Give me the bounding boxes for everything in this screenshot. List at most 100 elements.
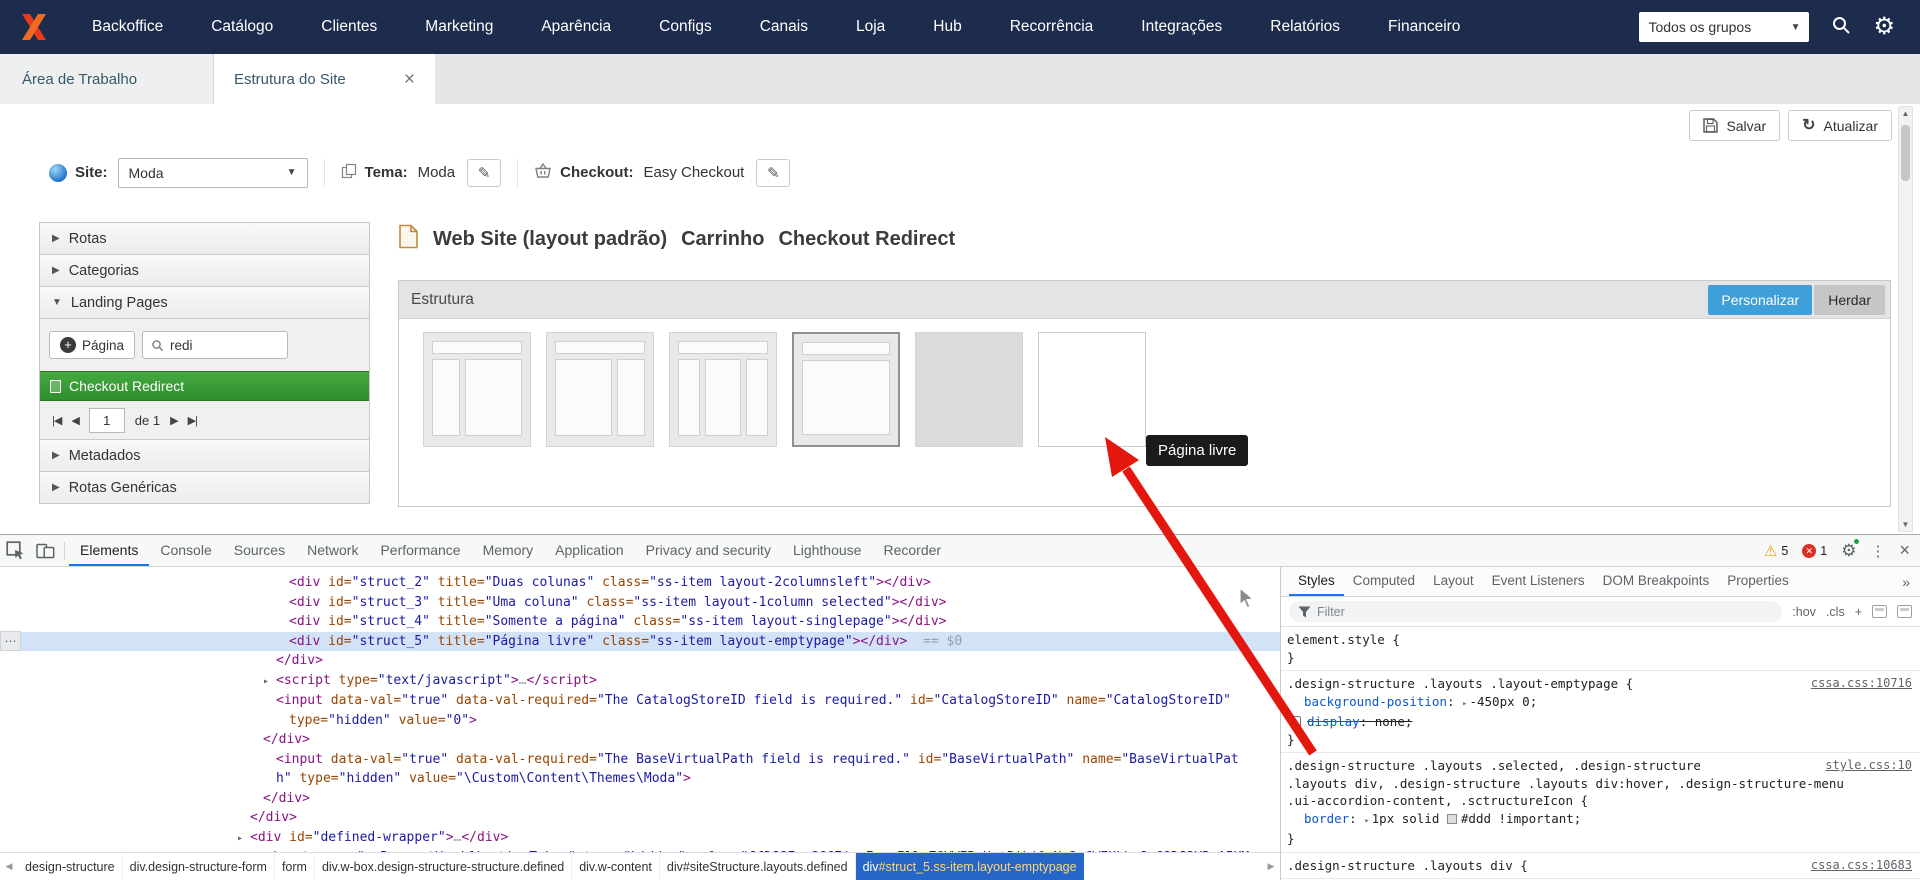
dom-tree-node[interactable]: </div>: [0, 651, 1280, 671]
crumbs-next-icon[interactable]: ▶: [1262, 861, 1280, 872]
devtools-tab-performance[interactable]: Performance: [369, 535, 471, 566]
styles-tab-dom-breakpoints[interactable]: DOM Breakpoints: [1594, 567, 1719, 596]
nav-item-catalogo[interactable]: Catálogo: [211, 18, 273, 36]
dom-tree-node[interactable]: ▸ <div id="defined-wrapper">…</div>: [0, 828, 1280, 849]
dom-tree-node[interactable]: <div id="struct_4" title="Somente a pági…: [0, 612, 1280, 632]
devtools-close-icon[interactable]: ×: [1899, 540, 1910, 561]
inspect-element-icon[interactable]: [0, 535, 30, 566]
nav-item-recorrencia[interactable]: Recorrência: [1010, 18, 1094, 36]
layout-thumbnail-uma-coluna[interactable]: [792, 332, 900, 447]
nav-item-hub[interactable]: Hub: [933, 18, 961, 36]
inherit-button[interactable]: Herdar: [1814, 284, 1885, 315]
layout-thumbnail-tres-colunas[interactable]: [669, 332, 777, 447]
devtools-tab-elements[interactable]: Elements: [69, 535, 150, 566]
breadcrumb-item[interactable]: div.design-structure-form: [123, 853, 275, 880]
scroll-down-icon[interactable]: ▼: [1902, 520, 1910, 529]
devtools-tab-application[interactable]: Application: [544, 535, 635, 566]
warnings-badge[interactable]: ⚠ 5: [1764, 542, 1788, 560]
tab-area-de-trabalho[interactable]: Área de Trabalho: [0, 54, 214, 104]
personalize-button[interactable]: Personalizar: [1708, 284, 1813, 315]
styles-tab-computed[interactable]: Computed: [1344, 567, 1424, 596]
sidebar-section-metadados[interactable]: ▶ Metadados: [39, 439, 370, 472]
devtools-tab-privacy-and-security[interactable]: Privacy and security: [635, 535, 782, 566]
first-page-button[interactable]: |◀: [52, 414, 62, 427]
save-button[interactable]: Salvar: [1689, 110, 1781, 141]
dom-tree-node[interactable]: type="hidden" value="0">: [0, 711, 1280, 731]
last-page-button[interactable]: ▶|: [188, 414, 198, 427]
more-options-icon[interactable]: ⋮: [1870, 542, 1885, 560]
breadcrumb-item[interactable]: div #struct_5 .ss-item.layout-emptypage: [855, 853, 1084, 880]
scrollbar-thumb[interactable]: [1901, 125, 1910, 181]
breadcrumb-item[interactable]: div.w-box.design-structure-structure.def…: [315, 853, 573, 880]
expand-arrow-icon[interactable]: ▸: [237, 829, 250, 849]
nav-item-clientes[interactable]: Clientes: [321, 18, 377, 36]
devtools-tab-network[interactable]: Network: [296, 535, 369, 566]
color-swatch[interactable]: [1446, 813, 1457, 824]
tab-estrutura-do-site[interactable]: Estrutura do Site ×: [214, 54, 435, 104]
crumbs-prev-icon[interactable]: ◀: [0, 861, 18, 872]
gear-icon[interactable]: ⚙: [1873, 15, 1895, 39]
nav-item-aparencia[interactable]: Aparência: [541, 18, 611, 36]
styles-tab-event-listeners[interactable]: Event Listeners: [1483, 567, 1594, 596]
app-logo[interactable]: [0, 0, 68, 54]
nav-item-loja[interactable]: Loja: [856, 18, 885, 36]
toggle-hover-state[interactable]: :hov: [1792, 605, 1816, 619]
prev-page-button[interactable]: ◀: [71, 414, 80, 427]
dom-tree-node[interactable]: <input name="__RequestVerificationToken"…: [0, 848, 1280, 852]
breadcrumb-item[interactable]: form: [275, 853, 315, 880]
nav-item-marketing[interactable]: Marketing: [425, 18, 493, 36]
next-page-button[interactable]: ▶: [170, 414, 179, 427]
nav-item-relatorios[interactable]: Relatórios: [1270, 18, 1340, 36]
dom-tree-node[interactable]: ▸ <script type="text/javascript">…</scrip…: [0, 671, 1280, 692]
devtools-tab-recorder[interactable]: Recorder: [872, 535, 952, 566]
layout-thumbnail-somente-a-pagina[interactable]: [915, 332, 1023, 447]
page-scrollbar[interactable]: ▲ ▼: [1898, 106, 1913, 532]
sidebar-section-landing-pages[interactable]: ▼ Landing Pages: [39, 286, 370, 319]
breadcrumb-item[interactable]: div.w-content: [572, 853, 660, 880]
css-property[interactable]: background-position: ▸ -450px 0;: [1287, 693, 1914, 714]
dom-tree-node[interactable]: <input data-val="true" data-val-required…: [0, 691, 1280, 711]
stylesheet-link[interactable]: cssa.css:10683: [1811, 857, 1912, 875]
devtools-tab-console[interactable]: Console: [149, 535, 222, 566]
edit-theme-button[interactable]: ✎: [467, 158, 502, 187]
devtools-tab-memory[interactable]: Memory: [472, 535, 545, 566]
expand-arrow-icon[interactable]: ▸: [263, 672, 276, 692]
errors-badge[interactable]: ✕ 1: [1802, 543, 1827, 558]
dom-tree-node[interactable]: </div>: [0, 730, 1280, 750]
property-checkbox[interactable]: [1290, 716, 1301, 727]
add-page-button[interactable]: + Página: [49, 331, 136, 359]
devtools-settings-icon[interactable]: ⚙: [1841, 537, 1861, 561]
close-icon[interactable]: ×: [404, 70, 415, 89]
layout-thumbnail-duas-colunas[interactable]: [546, 332, 654, 447]
scroll-up-icon[interactable]: ▲: [1902, 109, 1910, 118]
css-property[interactable]: display: none;: [1287, 713, 1914, 731]
group-select[interactable]: Todos os grupos ▼: [1639, 12, 1810, 42]
nav-item-integracoes[interactable]: Integrações: [1141, 18, 1222, 36]
nav-item-financeiro[interactable]: Financeiro: [1388, 18, 1460, 36]
toggle-classes[interactable]: .cls: [1826, 605, 1845, 619]
devtools-tab-sources[interactable]: Sources: [223, 535, 296, 566]
landing-page-search[interactable]: [142, 331, 289, 359]
stylesheet-link[interactable]: style.css:10: [1825, 757, 1912, 775]
list-item-checkout-redirect[interactable]: Checkout Redirect: [40, 371, 369, 401]
nav-item-backoffice[interactable]: Backoffice: [92, 18, 163, 36]
search-icon[interactable]: [1831, 15, 1851, 40]
styles-tab-properties[interactable]: Properties: [1718, 567, 1798, 596]
css-property[interactable]: border: ▸ 1px solid #ddd !important;: [1287, 810, 1914, 831]
edit-checkout-button[interactable]: ✎: [756, 158, 791, 187]
new-style-rule-button[interactable]: +: [1855, 605, 1862, 619]
refresh-button[interactable]: ↻ Atualizar: [1788, 110, 1892, 141]
dom-tree-node[interactable]: <div id="struct_2" title="Duas colunas" …: [0, 573, 1280, 593]
styles-tab-layout[interactable]: Layout: [1424, 567, 1483, 596]
devtools-tab-lighthouse[interactable]: Lighthouse: [782, 535, 873, 566]
breadcrumb-item[interactable]: design-structure: [18, 853, 123, 880]
dom-tree-node[interactable]: </div>: [0, 789, 1280, 809]
dom-tree-node[interactable]: <div id="struct_3" title="Uma coluna" cl…: [0, 593, 1280, 613]
dom-tree-node[interactable]: h" type="hidden" value="\Custom\Content\…: [0, 769, 1280, 789]
sidebar-section-rotas[interactable]: ▶ Rotas: [39, 222, 370, 255]
sidebar-section-rotas-genericas[interactable]: ▶ Rotas Genéricas: [39, 471, 370, 504]
styles-tab-styles[interactable]: Styles: [1289, 567, 1344, 596]
layout-thumbnail-duas-colunas[interactable]: [423, 332, 531, 447]
device-toolbar-icon[interactable]: [30, 535, 60, 566]
site-select[interactable]: Moda ▼: [117, 157, 308, 188]
